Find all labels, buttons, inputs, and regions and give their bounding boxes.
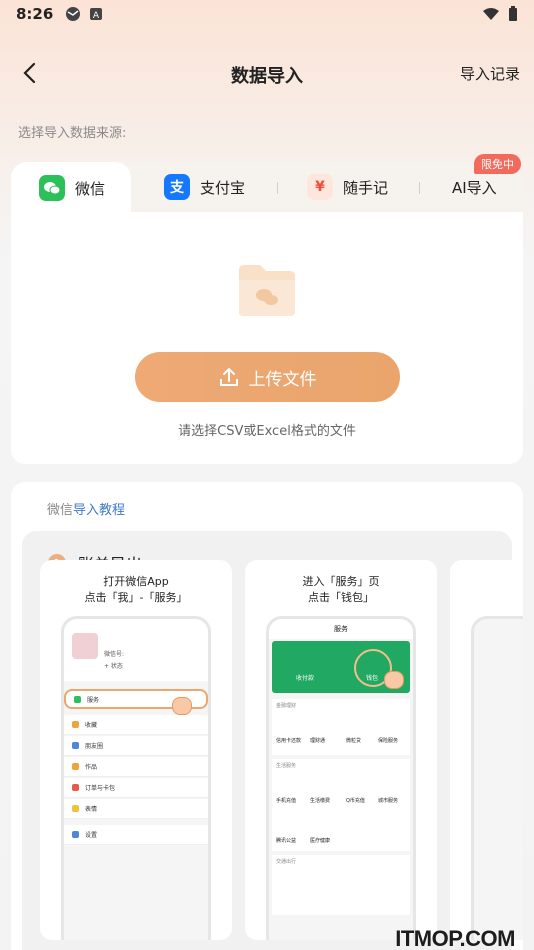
list-item: 订单与卡包	[64, 778, 208, 798]
wifi-icon	[483, 8, 499, 20]
tab-wechat[interactable]: 微信	[11, 162, 132, 214]
source-label: 选择导入数据来源:	[18, 126, 127, 141]
pointing-hand-icon	[172, 697, 192, 715]
tutorial-card: 微信导入教程 1 账单导出 打开微信App 点击「我」-「服务」 微信号: + …	[11, 482, 523, 950]
page-title: 数据导入	[231, 66, 303, 87]
tab-divider	[277, 182, 278, 194]
phone-mockup: 微信号: + 状态 服务 收藏 朋友圈 作品 订单与卡包 表情 设置	[61, 616, 211, 940]
tab-alipay[interactable]: 支 支付宝	[164, 162, 245, 212]
list-item: 收藏	[64, 715, 208, 735]
step-caption: 打开微信App 点击「我」-「服务」	[84, 575, 188, 604]
phone-mockup	[471, 616, 523, 940]
tab-suishouji[interactable]: ¥ 随手记	[307, 162, 388, 212]
step-cards[interactable]: 打开微信App 点击「我」-「服务」 微信号: + 状态 服务 收藏 朋友圈 作…	[29, 560, 523, 950]
tab-label: 随手记	[343, 178, 389, 197]
upload-button-label: 上传文件	[248, 369, 317, 390]
upload-area: 上传文件 请选择CSV或Excel格式的文件	[11, 212, 523, 464]
import-card: 微信 支 支付宝 ¥ 随手记 AI导入 限免中 上传文件 请选择CSV或Exce…	[11, 154, 523, 464]
status-bar: 8:26 A	[0, 0, 534, 28]
tab-label: 微信	[75, 179, 106, 198]
upload-hint: 请选择CSV或Excel格式的文件	[178, 424, 356, 439]
tab-divider	[419, 182, 420, 194]
pointing-hand-icon	[384, 671, 404, 689]
upload-icon	[219, 367, 238, 386]
list-item: 作品	[64, 757, 208, 777]
tutorial-title: 微信导入教程	[47, 499, 125, 518]
tab-label: 支付宝	[200, 178, 246, 197]
wallet-banner: 收付款 钱包	[272, 641, 410, 693]
list-item: 朋友圈	[64, 736, 208, 756]
list-item: 设置	[64, 825, 208, 845]
svg-text:A: A	[93, 11, 100, 21]
status-time: 8:26	[16, 5, 54, 23]
tab-label: AI导入	[452, 178, 497, 197]
step-card: 打开微信App 点击「我」-「服务」 微信号: + 状态 服务 收藏 朋友圈 作…	[40, 560, 232, 940]
list-item: 表情	[64, 799, 208, 819]
wechat-icon	[39, 175, 65, 201]
step-card: 进入「服务」页 点击「钱包」 服务 收付款 钱包 金融理财 信用卡还款 理财通 …	[245, 560, 437, 940]
upload-file-button[interactable]: 上传文件	[135, 352, 400, 402]
source-tabs: 微信 支 支付宝 ¥ 随手记 AI导入 限免中	[11, 154, 523, 214]
header: 数据导入 导入记录	[0, 50, 534, 96]
avatar	[72, 633, 98, 659]
globe-icon	[66, 7, 81, 21]
tutorial-link[interactable]: 导入教程	[73, 503, 125, 518]
app-a-icon: A	[90, 8, 103, 21]
suishouji-icon: ¥	[307, 174, 333, 200]
import-history-button[interactable]: 导入记录	[460, 63, 520, 84]
battery-icon	[509, 6, 517, 21]
alipay-icon: 支	[164, 174, 190, 200]
watermark: ITMOP.COM	[395, 926, 515, 950]
step-caption: 进入「服务」页 点击「钱包」	[302, 575, 380, 604]
tutorial-prefix: 微信	[47, 503, 74, 518]
phone-mockup: 服务 收付款 钱包 金融理财 信用卡还款 理财通 微粒贷 保险服务 生活服务 手…	[266, 616, 416, 940]
free-badge: 限免中	[474, 154, 521, 174]
folder-wechat-icon	[236, 262, 298, 318]
step-card	[450, 560, 523, 940]
